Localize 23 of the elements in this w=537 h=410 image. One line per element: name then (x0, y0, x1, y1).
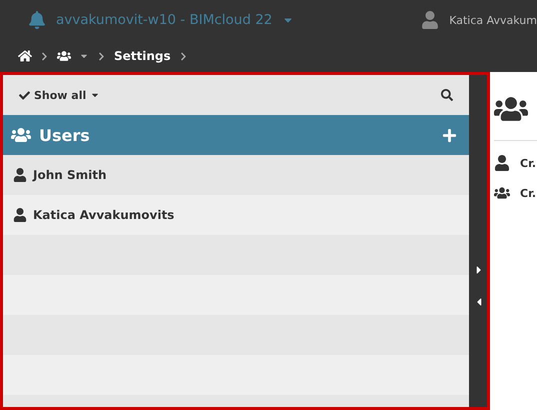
users-icon (11, 125, 31, 145)
chevron-icon (178, 52, 188, 60)
user-name[interactable]: Katica Avvakum (449, 14, 537, 26)
add-icon[interactable] (442, 128, 457, 142)
user-name: John Smith (33, 168, 107, 182)
user-icon (13, 168, 27, 182)
group-icon (494, 185, 510, 201)
user-icon (13, 208, 27, 222)
chevron-icon (97, 52, 106, 60)
check-icon (19, 90, 30, 100)
users-icon[interactable] (57, 49, 71, 63)
user-name: Katica Avvakumovits (33, 208, 174, 222)
user-avatar-icon (421, 11, 440, 29)
bell-icon[interactable] (28, 11, 46, 29)
chevron-icon (40, 52, 49, 60)
search-icon[interactable] (441, 89, 453, 101)
users-title: Users (39, 126, 91, 144)
user-icon (494, 155, 510, 171)
home-icon[interactable] (18, 49, 32, 63)
show-all-filter[interactable]: Show all (19, 88, 100, 102)
item-label: Cr. (520, 186, 536, 200)
item-label: Cr. (520, 156, 536, 170)
breadcrumb-current[interactable]: Settings (114, 49, 171, 63)
